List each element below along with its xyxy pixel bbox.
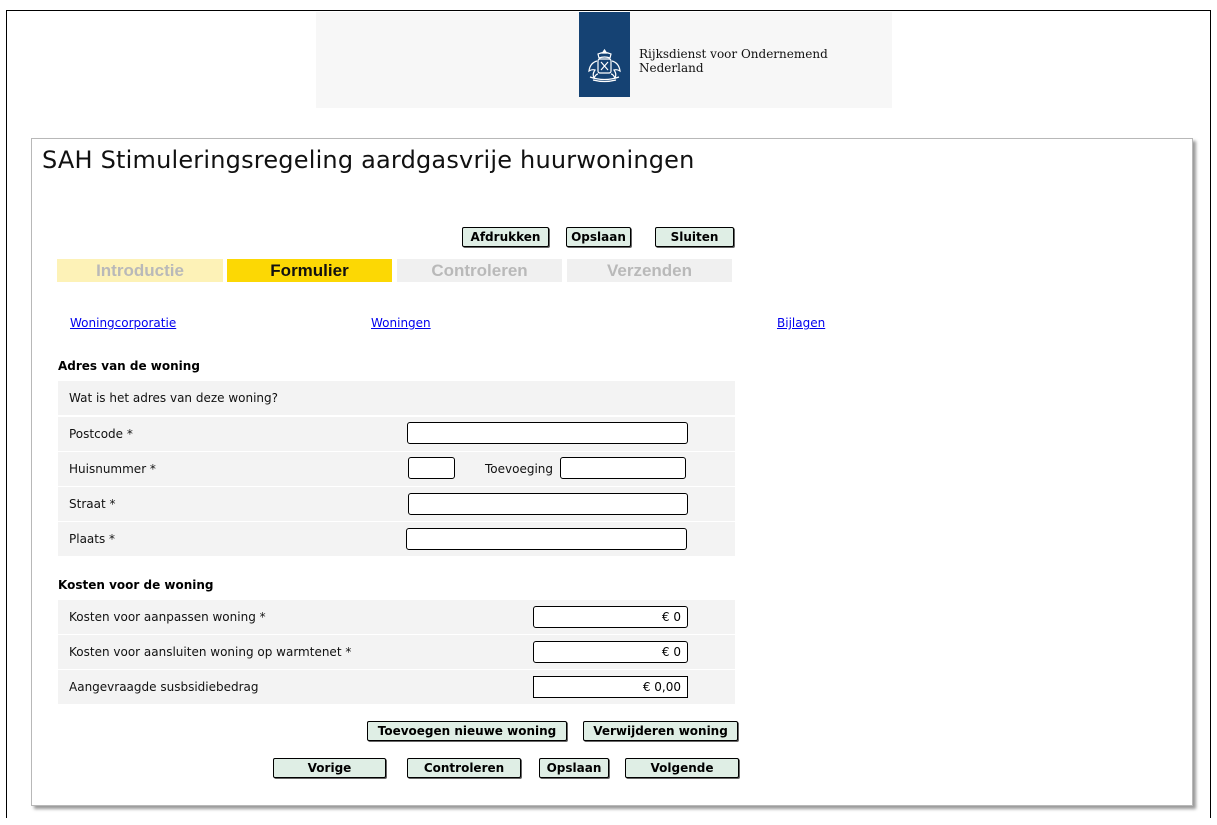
address-section-heading: Adres van de woning: [58, 359, 200, 373]
adjust-cost-label: Kosten voor aanpassen woning *: [69, 610, 266, 624]
connect-cost-input[interactable]: € 0: [533, 641, 688, 663]
organization-name: Rijksdienst voor Ondernemend Nederland: [639, 47, 828, 75]
print-button[interactable]: Afdrukken: [462, 227, 549, 247]
remove-home-button[interactable]: Verwijderen woning: [583, 721, 738, 741]
subsidy-label: Aangevraagde susbsidiebedrag: [69, 680, 259, 694]
link-woningen[interactable]: Woningen: [371, 316, 431, 330]
postcode-label: Postcode *: [69, 427, 133, 441]
rvo-logo: [579, 12, 630, 97]
save-button-bottom[interactable]: Opslaan: [539, 758, 609, 778]
housenumber-label: Huisnummer *: [69, 462, 156, 476]
add-home-button[interactable]: Toevoegen nieuwe woning: [367, 721, 567, 741]
address-question-label: Wat is het adres van deze woning?: [69, 391, 279, 405]
step-verzenden[interactable]: Verzenden: [567, 259, 732, 282]
connect-cost-label: Kosten voor aansluiten woning op warmten…: [69, 645, 352, 659]
subsidy-amount-field: € 0,00: [533, 676, 688, 698]
street-input[interactable]: [408, 493, 688, 515]
save-button-top[interactable]: Opslaan: [566, 227, 631, 247]
organization-name-line2: Nederland: [639, 61, 704, 75]
previous-button[interactable]: Vorige: [273, 758, 386, 778]
street-label: Straat *: [69, 497, 116, 511]
city-input[interactable]: [406, 528, 687, 550]
close-button[interactable]: Sluiten: [655, 227, 734, 247]
addition-label: Toevoeging: [485, 462, 554, 476]
step-controleren[interactable]: Controleren: [397, 259, 562, 282]
step-formulier[interactable]: Formulier: [227, 259, 392, 282]
adjust-cost-input[interactable]: € 0: [533, 606, 688, 628]
address-question-row: Wat is het adres van deze woning?: [58, 381, 735, 415]
link-woningcorporatie[interactable]: Woningcorporatie: [70, 316, 176, 330]
check-button[interactable]: Controleren: [407, 758, 521, 778]
housenumber-input[interactable]: [408, 457, 455, 479]
cost-section-heading: Kosten voor de woning: [58, 578, 214, 592]
step-introductie[interactable]: Introductie: [57, 259, 223, 282]
city-label: Plaats *: [69, 532, 116, 546]
crest-icon: [588, 48, 621, 83]
postcode-input[interactable]: [407, 422, 688, 444]
next-button[interactable]: Volgende: [625, 758, 739, 778]
addition-input[interactable]: [560, 457, 686, 479]
organization-name-line1: Rijksdienst voor Ondernemend: [639, 47, 828, 61]
link-bijlagen[interactable]: Bijlagen: [777, 316, 825, 330]
page-title: SAH Stimuleringsregeling aardgasvrije hu…: [42, 146, 695, 174]
